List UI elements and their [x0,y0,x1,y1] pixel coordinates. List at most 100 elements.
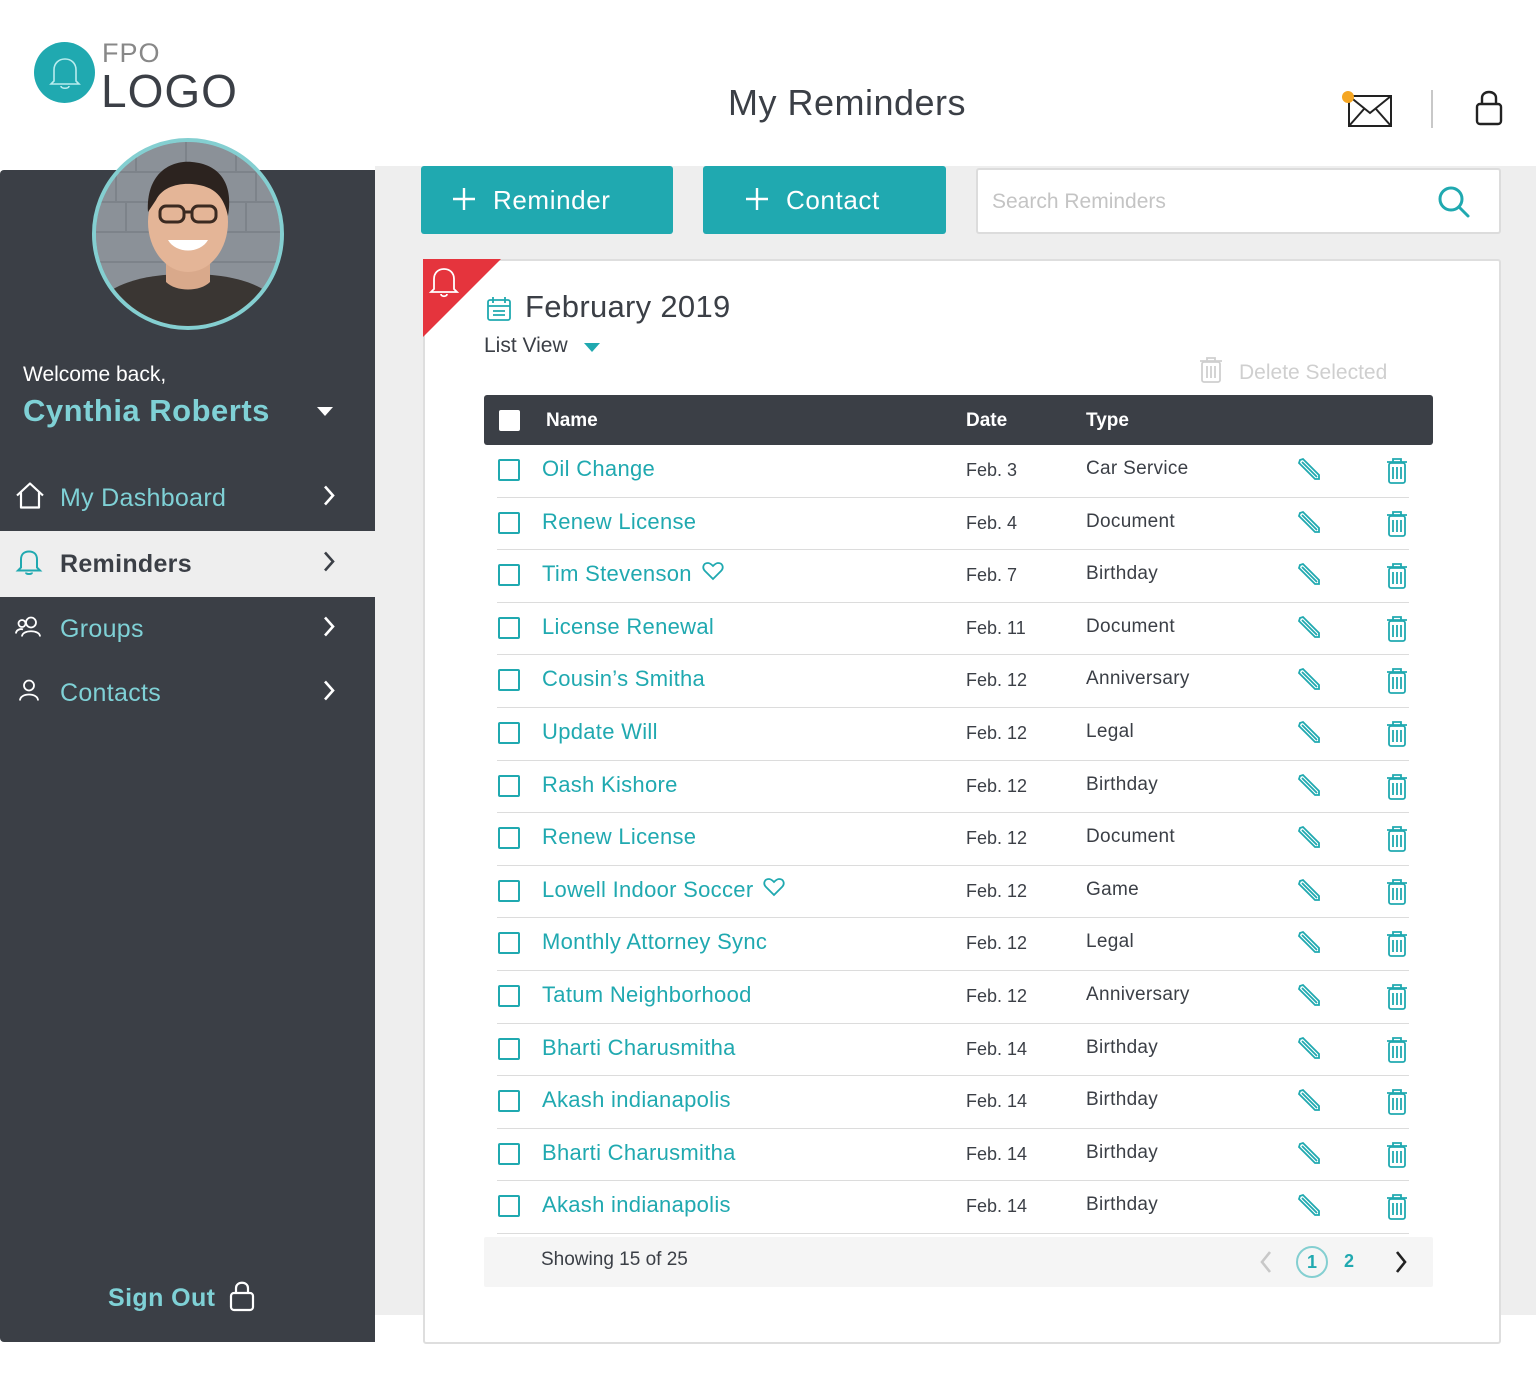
trash-icon[interactable] [1386,457,1408,490]
table-row[interactable]: License Renewal Feb. 11 Document [497,603,1409,656]
row-checkbox[interactable] [498,1090,520,1113]
row-checkbox[interactable] [498,1195,520,1218]
trash-icon[interactable] [1386,1193,1408,1226]
reminder-name-link[interactable]: Renew License [542,509,696,535]
table-row[interactable]: Lowell Indoor Soccer Feb. 12 Game [497,866,1409,919]
edit-pencil-icon[interactable] [1297,878,1321,907]
reminder-name-link[interactable]: Monthly Attorney Sync [542,929,767,955]
trash-icon[interactable] [1386,720,1408,753]
table-row[interactable]: Cousin’s Smitha Feb. 12 Anniversary [497,655,1409,708]
chevron-right-icon[interactable] [1394,1250,1408,1279]
row-checkbox[interactable] [498,984,520,1007]
edit-pencil-icon[interactable] [1297,825,1321,854]
table-row[interactable]: Renew License Feb. 4 Document [497,498,1409,551]
sidebar-item-reminders[interactable]: Reminders [0,531,375,597]
table-row[interactable]: Akash indianapolis Feb. 14 Birthday [497,1181,1409,1234]
page-2-button[interactable]: 2 [1344,1251,1354,1272]
reminder-name-link[interactable]: Akash indianapolis [542,1192,731,1218]
reminder-name-link[interactable]: Lowell Indoor Soccer [542,876,786,903]
reminder-name-link[interactable]: Cousin’s Smitha [542,666,705,692]
sidebar-item-groups[interactable]: Groups [0,596,375,662]
reminder-name-link[interactable]: Oil Change [542,456,655,482]
reminder-name-link[interactable]: Renew License [542,824,696,850]
row-checkbox[interactable] [498,879,520,902]
edit-pencil-icon[interactable] [1297,1193,1321,1222]
reminder-name-link[interactable]: License Renewal [542,614,714,640]
column-header-name[interactable]: Name [546,410,598,432]
trash-icon[interactable] [1386,930,1408,963]
trash-icon[interactable] [1386,562,1408,595]
app-logo[interactable]: FPO LOGO [34,36,254,117]
edit-pencil-icon[interactable] [1297,1036,1321,1065]
row-checkbox[interactable] [498,721,520,744]
reminder-name-link[interactable]: Tatum Neighborhood [542,982,752,1008]
edit-pencil-icon[interactable] [1297,1141,1321,1170]
table-row[interactable]: Akash indianapolis Feb. 14 Birthday [497,1076,1409,1129]
edit-pencil-icon[interactable] [1297,562,1321,591]
reminder-name-link[interactable]: Update Will [542,719,658,745]
edit-pencil-icon[interactable] [1297,457,1321,486]
row-checkbox[interactable] [498,774,520,797]
column-header-date[interactable]: Date [966,410,1007,432]
row-checkbox[interactable] [498,564,520,587]
edit-pencil-icon[interactable] [1297,667,1321,696]
reminder-name-link[interactable]: Tim Stevenson [542,561,724,587]
reminder-name-link[interactable]: Bharti Charusmitha [542,1035,736,1061]
table-row[interactable]: Rash Kishore Feb. 12 Birthday [497,761,1409,814]
select-all-checkbox[interactable] [499,410,520,431]
table-row[interactable]: Update Will Feb. 12 Legal [497,708,1409,761]
trash-icon[interactable] [1386,615,1408,648]
view-selector[interactable]: List View [484,334,600,358]
edit-pencil-icon[interactable] [1297,983,1321,1012]
edit-pencil-icon[interactable] [1297,930,1321,959]
chevron-left-icon[interactable] [1259,1250,1273,1279]
table-row[interactable]: Bharti Charusmitha Feb. 14 Birthday [497,1129,1409,1182]
trash-icon[interactable] [1386,983,1408,1016]
table-row[interactable]: Bharti Charusmitha Feb. 14 Birthday [497,1024,1409,1077]
row-checkbox[interactable] [498,669,520,692]
avatar[interactable] [92,138,284,330]
edit-pencil-icon[interactable] [1297,1088,1321,1117]
sign-out-button[interactable]: Sign Out [108,1280,255,1317]
table-row[interactable]: Renew License Feb. 12 Document [497,813,1409,866]
table-row[interactable]: Tim Stevenson Feb. 7 Birthday [497,550,1409,603]
user-menu-caret-icon[interactable] [317,407,333,416]
add-reminder-button[interactable]: Reminder [421,166,673,234]
trash-icon[interactable] [1386,667,1408,700]
trash-icon[interactable] [1386,878,1408,911]
lock-icon[interactable] [1474,88,1504,126]
reminder-name: Cousin’s Smitha [542,666,706,692]
trash-icon[interactable] [1386,1141,1408,1174]
row-checkbox[interactable] [498,827,520,850]
trash-icon[interactable] [1386,1088,1408,1121]
reminder-name-link[interactable]: Bharti Charusmitha [542,1140,736,1166]
sidebar-item-contacts[interactable]: Contacts [0,660,375,726]
edit-pencil-icon[interactable] [1297,510,1321,539]
edit-pencil-icon[interactable] [1297,615,1321,644]
reminder-name-link[interactable]: Akash indianapolis [542,1087,731,1113]
trash-icon[interactable] [1386,510,1408,543]
trash-icon[interactable] [1386,825,1408,858]
edit-pencil-icon[interactable] [1297,773,1321,802]
page-1-button[interactable]: 1 [1296,1246,1328,1278]
row-checkbox[interactable] [498,1037,520,1060]
table-row[interactable]: Monthly Attorney Sync Feb. 12 Legal [497,918,1409,971]
edit-pencil-icon[interactable] [1297,720,1321,749]
search-input[interactable] [992,184,1422,220]
row-checkbox[interactable] [498,616,520,639]
trash-icon[interactable] [1386,1036,1408,1069]
search-icon[interactable] [1436,184,1472,225]
sidebar-item-dashboard[interactable]: My Dashboard [0,465,375,531]
row-checkbox[interactable] [498,1142,520,1165]
add-contact-button[interactable]: Contact [703,166,946,234]
reminder-name-link[interactable]: Rash Kishore [542,772,678,798]
table-row[interactable]: Oil Change Feb. 3 Car Service [497,445,1409,498]
row-checkbox[interactable] [498,932,520,955]
column-header-type[interactable]: Type [1086,410,1129,432]
row-checkbox[interactable] [498,511,520,534]
reminder-name: Lowell Indoor Soccer [542,876,754,902]
delete-selected-button[interactable]: Delete Selected [1199,356,1387,390]
row-checkbox[interactable] [498,459,520,481]
trash-icon[interactable] [1386,773,1408,806]
table-row[interactable]: Tatum Neighborhood Feb. 12 Anniversary [497,971,1409,1024]
